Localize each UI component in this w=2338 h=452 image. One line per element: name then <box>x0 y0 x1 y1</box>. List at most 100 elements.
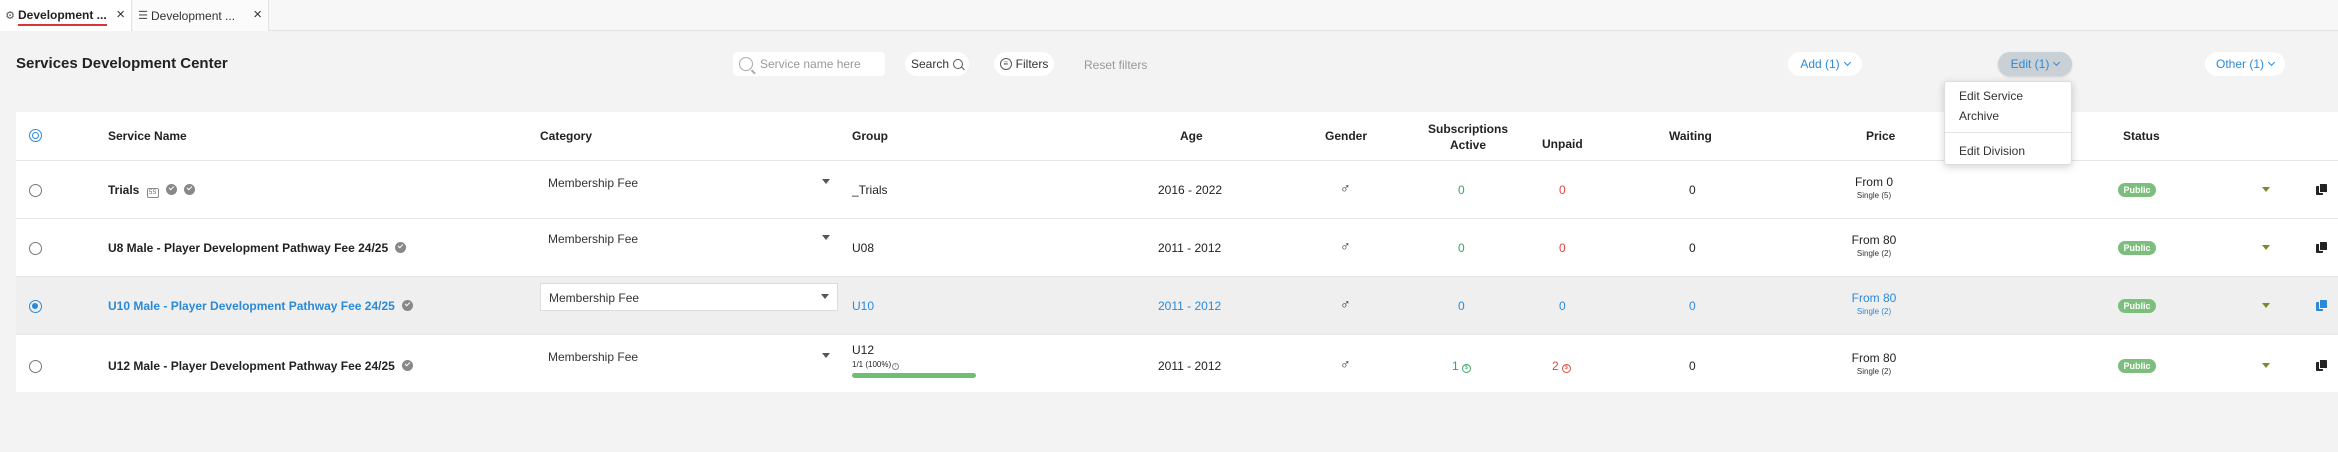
col-category: Category <box>540 129 593 143</box>
waiting-count: 0 <box>1689 241 1696 255</box>
col-service-name: Service Name <box>108 129 187 143</box>
copy-icon[interactable] <box>2316 242 2327 253</box>
close-icon[interactable]: × <box>253 7 262 22</box>
chevron-down-icon <box>1843 58 1851 67</box>
col-gender: Gender <box>1325 129 1368 143</box>
waiting-count: 0 <box>1689 183 1696 197</box>
category-select[interactable]: Membership Fee <box>540 169 838 197</box>
caret-down-icon <box>822 179 830 184</box>
magnifier-icon <box>953 59 964 69</box>
menu-item-archive[interactable]: Archive <box>1959 109 1999 123</box>
category-select[interactable]: Membership Fee <box>540 283 838 311</box>
select-all-radio[interactable] <box>29 129 42 142</box>
col-group: Group <box>852 129 888 143</box>
col-age: Age <box>1180 129 1203 143</box>
copy-icon[interactable] <box>2316 300 2327 311</box>
search-box[interactable] <box>733 52 885 76</box>
row-expand-icon[interactable] <box>2262 245 2270 250</box>
verified-icon <box>402 360 414 371</box>
search-button[interactable]: Search <box>905 52 969 76</box>
age-value: 2011 - 2012 <box>1158 299 1222 313</box>
male-icon: ♂ <box>1340 180 1351 196</box>
col-status: Status <box>2123 129 2160 143</box>
verified-icon <box>395 242 407 253</box>
other-button-label: Other (1) <box>2215 57 2264 71</box>
status-badge: Public <box>2118 299 2156 313</box>
gear-icon: ⚙ <box>5 10 15 22</box>
filters-button[interactable]: ≡ Filters <box>994 52 1054 76</box>
row-select-radio[interactable] <box>29 360 42 373</box>
list-icon: ☰ <box>138 10 148 22</box>
table-row[interactable]: U12 Male - Player Development Pathway Fe… <box>16 334 2338 392</box>
table-row[interactable]: Trials 5S Membership Fee _Trials 2016 - … <box>16 160 2338 218</box>
male-icon: ♂ <box>1340 356 1351 372</box>
chevron-down-icon <box>2267 58 2276 67</box>
col-price: Price <box>1866 129 1896 143</box>
reset-filters-button[interactable]: Reset filters <box>1084 58 1147 72</box>
price-value: From 80 <box>1851 233 1897 247</box>
tab-development-2[interactable]: ☰ Development ... × <box>133 0 269 31</box>
tab-development-1[interactable]: ⚙ Development ... × <box>0 0 132 31</box>
caret-down-icon <box>822 235 830 240</box>
tab-strip: ⚙ Development ... × ☰ Development ... × <box>0 0 2338 31</box>
category-value: Membership Fee <box>548 232 639 246</box>
row-expand-icon[interactable] <box>2262 187 2270 192</box>
row-select-radio[interactable] <box>29 300 42 313</box>
category-select[interactable]: Membership Fee <box>540 225 838 253</box>
col-subscriptions: Subscriptions <box>1428 122 1509 136</box>
add-button[interactable]: Add (1) <box>1788 52 1862 76</box>
unpaid-count: 0 <box>1559 299 1566 313</box>
price-sub: Single (5) <box>1856 191 1892 200</box>
page-title: Services Development Center <box>16 55 228 72</box>
copy-icon[interactable] <box>2316 360 2327 371</box>
waiting-count: 0 <box>1689 299 1696 313</box>
coin-icon[interactable]: $ <box>1461 364 1471 373</box>
edit-dropdown-menu: Edit Service Archive Edit Division <box>1944 81 2072 165</box>
service-name-cell: U8 Male - Player Development Pathway Fee… <box>108 241 407 255</box>
tab-label: Development ... <box>18 8 107 26</box>
category-select[interactable]: Membership Fee <box>540 343 838 371</box>
price-cell: From 80 Single (2) <box>1834 291 1914 316</box>
group-capacity-text: 1/1 (100%) <box>852 360 892 369</box>
age-value: 2016 - 2022 <box>1158 183 1223 197</box>
coin-icon[interactable]: $ <box>1561 364 1571 373</box>
copy-icon[interactable] <box>2316 184 2327 195</box>
col-unpaid: Unpaid <box>1542 137 1583 151</box>
other-button[interactable]: Other (1) <box>2205 52 2285 76</box>
price-sub: Single (2) <box>1856 367 1892 376</box>
service-name[interactable]: U12 Male - Player Development Pathway Fe… <box>108 359 395 373</box>
price-value: From 80 <box>1851 291 1897 305</box>
edit-button[interactable]: Edit (1) <box>1998 52 2072 76</box>
group-capacity-fill <box>852 373 976 378</box>
menu-item-edit-division[interactable]: Edit Division <box>1959 144 2025 158</box>
unpaid-count: 0 <box>1559 183 1566 197</box>
close-icon[interactable]: × <box>116 7 125 22</box>
group-capacity-bar <box>852 373 976 378</box>
row-expand-icon[interactable] <box>2262 303 2270 308</box>
price-cell: From 80 Single (2) <box>1834 351 1914 376</box>
info-icon[interactable]: i <box>892 363 900 370</box>
verified-icon <box>184 184 196 195</box>
table-row[interactable]: U8 Male - Player Development Pathway Fee… <box>16 218 2338 276</box>
status-badge: Public <box>2118 359 2156 373</box>
age-value: 2011 - 2012 <box>1158 241 1222 255</box>
service-name[interactable]: Trials <box>108 183 139 197</box>
status-badge: Public <box>2118 241 2156 255</box>
active-count: 0 <box>1458 241 1465 255</box>
filters-button-label: Filters <box>1015 57 1049 71</box>
search-input[interactable] <box>760 57 880 71</box>
price-value: From 80 <box>1851 351 1897 365</box>
service-name[interactable]: U10 Male - Player Development Pathway Fe… <box>108 299 395 313</box>
row-select-radio[interactable] <box>29 242 42 255</box>
unpaid-count: 0 <box>1559 241 1566 255</box>
table-row-selected[interactable]: U10 Male - Player Development Pathway Fe… <box>16 276 2338 334</box>
menu-item-edit-service[interactable]: Edit Service <box>1959 89 2023 103</box>
unpaid-count: 2 <box>1552 359 1559 373</box>
col-waiting: Waiting <box>1669 129 1712 143</box>
service-name[interactable]: U8 Male - Player Development Pathway Fee… <box>108 241 388 255</box>
row-expand-icon[interactable] <box>2262 363 2270 368</box>
add-button-label: Add (1) <box>1800 57 1840 71</box>
row-select-radio[interactable] <box>29 184 42 197</box>
col-subscriptions-active: Subscriptions Active <box>1428 121 1508 153</box>
caret-down-icon <box>822 353 830 358</box>
